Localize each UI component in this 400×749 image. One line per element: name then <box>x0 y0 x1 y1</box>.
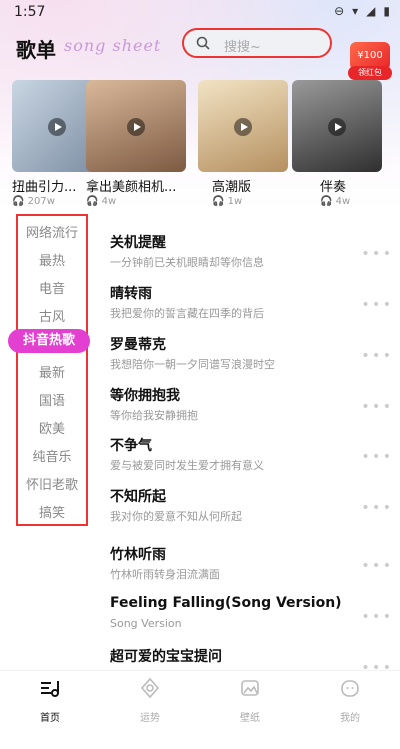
signal-icon: ◢ <box>366 4 376 18</box>
search-bar[interactable]: 搜搜~ <box>182 28 332 58</box>
more-icon[interactable]: • • • <box>361 246 391 262</box>
page-subtitle: song sheet <box>64 36 162 55</box>
featured-playlists: 扭曲引力... 🎧 207w 拿出美颜相机... 🎧 4w 高潮版 🎧 1w 伴… <box>12 80 392 207</box>
song-subtitle: 等你给我安静拥抱 <box>110 409 198 422</box>
dnd-icon: ⊖ <box>334 4 345 18</box>
play-icon <box>234 118 252 136</box>
playlist-cover <box>292 80 382 172</box>
song-subtitle: 我对你的爱意不知从何所起 <box>110 510 242 523</box>
playlist-cover <box>198 80 288 172</box>
red-packet-label: 领红包 <box>348 66 392 80</box>
fortune-icon <box>140 677 160 699</box>
playlist-count: 🎧 4w <box>320 196 351 207</box>
song-title: Feeling Falling(Song Version) <box>110 595 342 611</box>
playlist-count: 🎧 4w <box>86 196 117 207</box>
song-subtitle: 我把爱你的誓言藏在四季的背后 <box>110 307 264 320</box>
tab-label: 首页 <box>40 713 60 724</box>
search-icon <box>196 36 210 50</box>
category-item[interactable]: 古风 <box>18 306 86 325</box>
song-title: 不知所起 <box>110 489 166 505</box>
playlist-card[interactable]: 高潮版 🎧 1w <box>198 80 288 207</box>
more-icon[interactable]: • • • <box>361 500 391 516</box>
song-title: 关机提醒 <box>110 235 166 251</box>
playlist-cover <box>86 80 186 172</box>
song-title: 不争气 <box>110 438 152 454</box>
song-title: 等你拥抱我 <box>110 388 180 404</box>
page-title: 歌单 <box>16 38 56 62</box>
category-list: 网络流行 最热 电音 古风 抖音热歌 最新 国语 欧美 纯音乐 怀旧老歌 搞笑 <box>8 214 90 526</box>
battery-icon: ▮ <box>383 4 390 18</box>
category-item-active[interactable]: 抖音热歌 <box>8 329 90 353</box>
song-title: 超可爱的宝宝提问 <box>110 649 222 665</box>
category-item[interactable]: 怀旧老歌 <box>18 474 86 493</box>
song-title: 晴转雨 <box>110 286 152 302</box>
song-row[interactable]: 等你拥抱我 等你给我安静拥抱 • • • <box>110 385 400 437</box>
playlist-card[interactable]: 拿出美颜相机... 🎧 4w <box>86 80 186 207</box>
tab-label: 运势 <box>140 713 160 724</box>
song-row[interactable]: 关机提醒 一分钟前已关机眼睛却等你信息 • • • <box>110 232 400 284</box>
song-row[interactable]: Feeling Falling(Song Version) Song Versi… <box>110 595 400 647</box>
playlist-count: 🎧 1w <box>212 196 243 207</box>
category-item[interactable]: 最热 <box>18 250 86 269</box>
tab-label: 我的 <box>340 713 360 724</box>
song-subtitle: Song Version <box>110 617 182 630</box>
song-title: 竹林听雨 <box>110 547 166 563</box>
more-icon[interactable]: • • • <box>361 449 391 465</box>
playlist-icon <box>41 681 59 697</box>
red-packet-badge[interactable]: ¥100 领红包 <box>348 42 392 80</box>
more-icon[interactable]: • • • <box>361 348 391 364</box>
play-icon <box>48 118 66 136</box>
category-item[interactable]: 最新 <box>18 362 86 381</box>
tab-fortune[interactable]: 运势 <box>100 677 200 724</box>
song-subtitle: 竹林听雨转身泪流满面 <box>110 568 220 581</box>
tab-wallpaper[interactable]: 壁纸 <box>200 677 300 724</box>
playlist-card[interactable]: 伴奏 🎧 4w <box>292 80 382 207</box>
song-subtitle: 我想陪你一朝一夕同谱写浪漫时空 <box>110 358 275 371</box>
more-icon[interactable]: • • • <box>361 297 391 313</box>
tab-mine[interactable]: 我的 <box>300 677 400 724</box>
play-icon <box>328 118 346 136</box>
tab-label: 壁纸 <box>240 713 260 724</box>
profile-icon <box>341 680 359 697</box>
more-icon[interactable]: • • • <box>361 399 391 415</box>
song-row[interactable]: 不知所起 我对你的爱意不知从何所起 • • • <box>110 486 400 538</box>
wifi-icon: ▾ <box>352 4 359 18</box>
song-subtitle: 一分钟前已关机眼睛却等你信息 <box>110 256 264 269</box>
more-icon[interactable]: • • • <box>361 609 391 625</box>
tab-home[interactable]: 首页 <box>0 677 100 724</box>
category-item[interactable]: 搞笑 <box>18 502 86 521</box>
search-placeholder: 搜搜~ <box>224 40 261 55</box>
playlist-name: 高潮版 <box>212 180 252 195</box>
song-row[interactable]: 罗曼蒂克 我想陪你一朝一夕同谱写浪漫时空 • • • <box>110 334 400 386</box>
category-item[interactable]: 电音 <box>18 278 86 297</box>
song-row[interactable]: 不争气 爱与被爱同时发生爱才拥有意义 • • • <box>110 435 400 487</box>
playlist-name: 拿出美颜相机... <box>86 180 177 195</box>
song-row[interactable]: 晴转雨 我把爱你的誓言藏在四季的背后 • • • <box>110 283 400 335</box>
more-icon[interactable]: • • • <box>361 558 391 574</box>
category-item[interactable]: 网络流行 <box>18 222 86 241</box>
song-row[interactable]: 竹林听雨 竹林听雨转身泪流满面 • • • <box>110 544 400 596</box>
category-item[interactable]: 纯音乐 <box>18 446 86 465</box>
category-item[interactable]: 国语 <box>18 390 86 409</box>
bottom-tab-bar: 首页 运势 壁纸 我的 <box>0 670 400 749</box>
wallpaper-icon <box>241 680 259 696</box>
play-icon <box>127 118 145 136</box>
song-title: 罗曼蒂克 <box>110 337 166 353</box>
playlist-name: 伴奏 <box>320 180 347 195</box>
status-time: 1:57 <box>14 4 46 20</box>
status-icons: ⊖ ▾ ◢ ▮ <box>334 4 390 18</box>
status-bar: 1:57 ⊖ ▾ ◢ ▮ <box>0 0 400 24</box>
song-subtitle: 爱与被爱同时发生爱才拥有意义 <box>110 459 264 472</box>
category-item[interactable]: 欧美 <box>18 418 86 437</box>
